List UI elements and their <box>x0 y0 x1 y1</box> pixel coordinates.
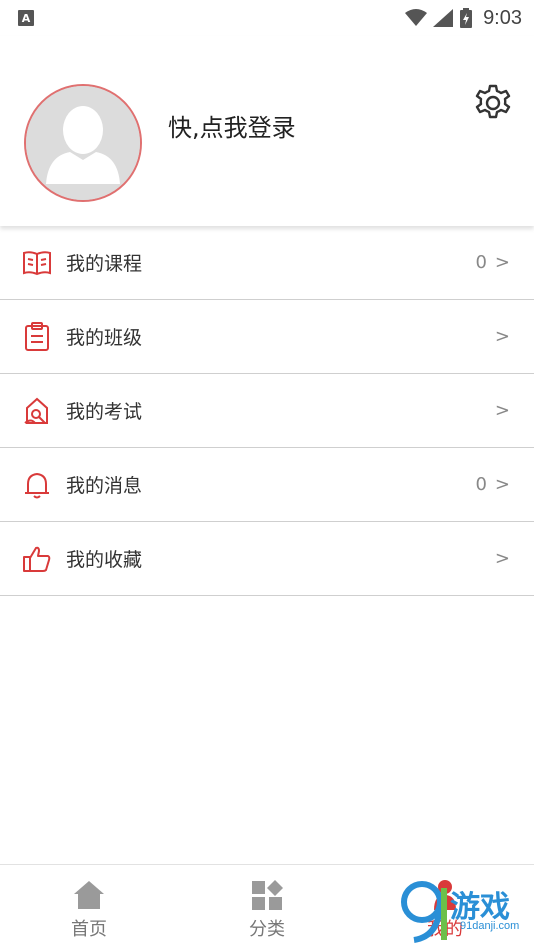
status-time: 9:03 <box>483 6 522 29</box>
menu-item-messages[interactable]: 我的消息 0 > <box>0 448 534 522</box>
status-bar-right: 9:03 <box>405 7 522 30</box>
gear-icon <box>475 84 511 119</box>
tab-home[interactable]: 首页 <box>0 865 178 951</box>
message-count: 0 <box>475 474 487 495</box>
book-icon <box>22 248 52 278</box>
watermark: 游戏 91danji.com <box>400 878 530 948</box>
menu-item-right: 0 > <box>475 252 510 273</box>
battery-charging-icon <box>460 8 473 28</box>
tab-label: 首页 <box>71 919 107 940</box>
thumbs-up-icon <box>22 544 52 574</box>
settings-button[interactable] <box>470 80 516 126</box>
category-icon <box>252 880 283 910</box>
chevron-right-icon: > <box>494 548 510 569</box>
menu-item-label: 我的收藏 <box>66 549 143 571</box>
a-letter-icon: A <box>18 10 34 26</box>
menu-item-right: > <box>495 326 510 347</box>
default-avatar-icon <box>26 86 140 200</box>
cell-signal-icon <box>433 9 454 27</box>
chevron-right-icon: > <box>494 474 510 495</box>
watermark-url: 91danji.com <box>460 920 520 932</box>
watermark-logo-icon <box>401 881 447 943</box>
clipboard-icon <box>22 321 52 352</box>
chevron-right-icon: > <box>494 400 510 421</box>
avatar[interactable] <box>24 84 142 202</box>
menu-item-classes[interactable]: 我的班级 > <box>0 300 534 374</box>
chevron-right-icon: > <box>494 326 510 347</box>
tab-label: 分类 <box>249 919 285 940</box>
menu-list: 我的课程 0 > 我的班级 > 我的考试 > 我的消息 0 > 我的收藏 > <box>0 226 534 596</box>
menu-item-favorites[interactable]: 我的收藏 > <box>0 522 534 596</box>
menu-item-right: 0 > <box>475 474 510 495</box>
menu-item-label: 我的考试 <box>66 401 143 423</box>
menu-item-right: > <box>495 400 510 421</box>
menu-item-label: 我的消息 <box>66 475 143 497</box>
status-bar: A 9:03 <box>0 0 534 36</box>
profile-header: 快,点我登录 <box>0 36 534 226</box>
wifi-icon <box>405 9 428 26</box>
login-prompt[interactable]: 快,点我登录 <box>168 108 296 143</box>
bell-icon <box>22 470 52 500</box>
chevron-right-icon: > <box>494 252 510 273</box>
menu-item-courses[interactable]: 我的课程 0 > <box>0 226 534 300</box>
menu-item-label: 我的班级 <box>66 327 143 349</box>
status-bar-left: A <box>18 10 34 26</box>
menu-item-exams[interactable]: 我的考试 > <box>0 374 534 448</box>
course-count: 0 <box>475 252 487 273</box>
menu-item-right: > <box>495 548 510 569</box>
menu-item-label: 我的课程 <box>66 253 143 275</box>
home-icon <box>74 881 104 909</box>
tab-category[interactable]: 分类 <box>178 865 356 951</box>
exam-icon <box>22 396 52 426</box>
